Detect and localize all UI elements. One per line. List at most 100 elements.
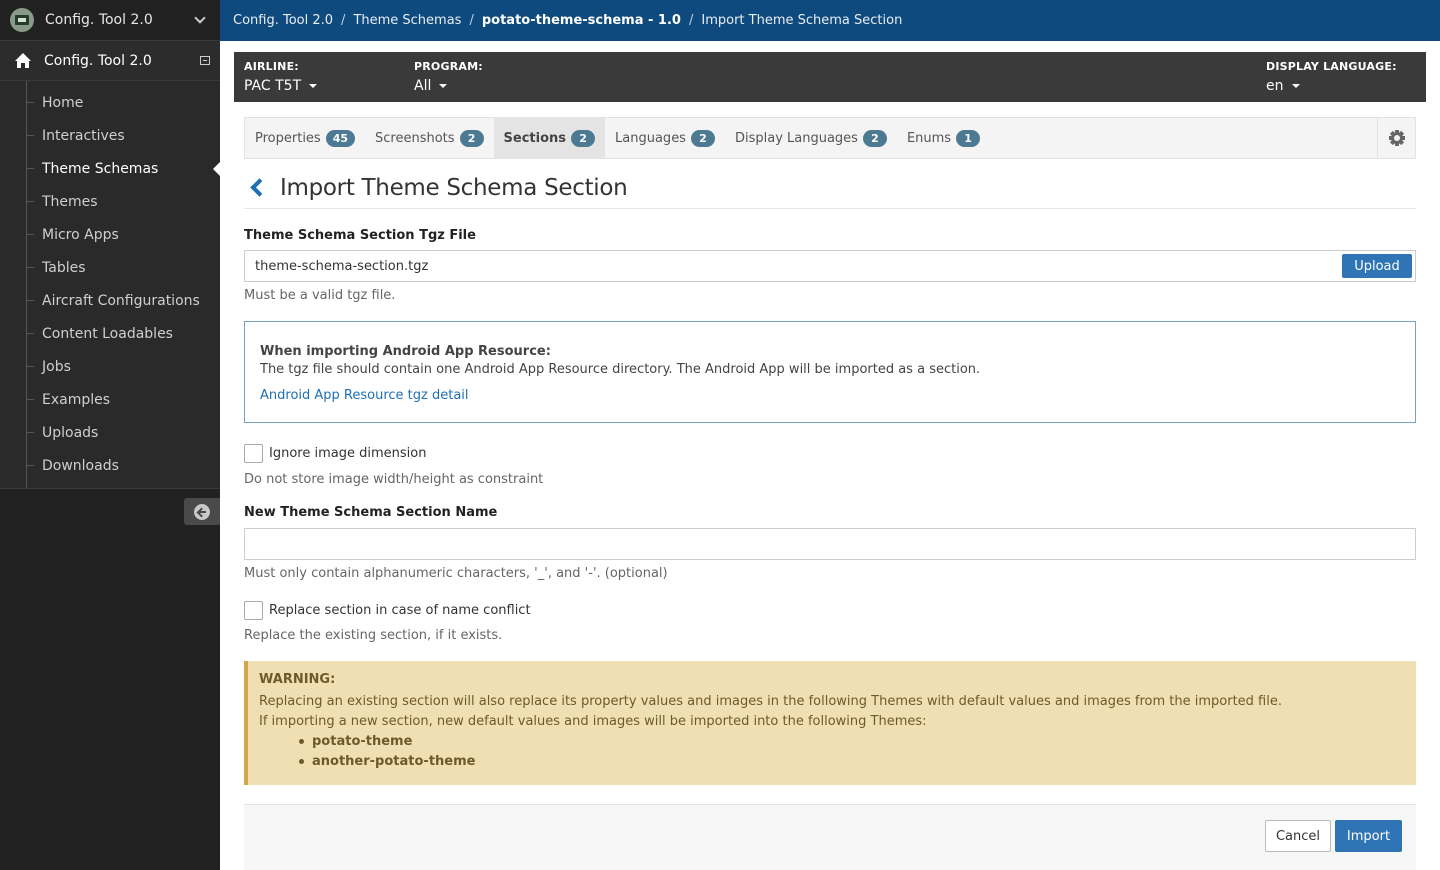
file-help-text: Must be a valid tgz file. xyxy=(244,288,396,303)
file-label: Theme Schema Section Tgz File xyxy=(244,228,476,243)
sidebar-item-home[interactable]: Home xyxy=(0,86,220,119)
tab-spacer xyxy=(990,118,1377,158)
warning-title: WARNING: xyxy=(259,672,336,687)
breadcrumb-item-schema[interactable]: potato-theme-schema - 1.0 xyxy=(482,13,681,28)
count-badge: 2 xyxy=(690,129,715,147)
ignore-dimension-label: Ignore image dimension xyxy=(269,446,427,461)
tab-display-languages[interactable]: Display Languages 2 xyxy=(725,118,897,158)
tab-enums[interactable]: Enums 1 xyxy=(897,118,990,158)
warning-text-replace: Replacing an existing section will also … xyxy=(259,694,1282,709)
warning-box: WARNING: Replacing an existing section w… xyxy=(244,661,1416,785)
display-language-filter[interactable]: DISPLAY LANGUAGE: en xyxy=(1266,60,1397,94)
tab-label: Screenshots xyxy=(375,130,455,146)
cancel-button[interactable]: Cancel xyxy=(1265,820,1331,852)
sidebar-item-aircraft-configurations[interactable]: Aircraft Configurations xyxy=(0,284,220,317)
sidebar-app-header[interactable]: Config. Tool 2.0 xyxy=(0,41,220,81)
list-item: another-potato-theme xyxy=(299,751,1416,771)
form-footer: Cancel Import xyxy=(244,804,1416,870)
display-language-label: DISPLAY LANGUAGE: xyxy=(1266,60,1397,73)
tab-sections[interactable]: Sections 2 xyxy=(493,118,606,158)
sidebar-item-tables[interactable]: Tables xyxy=(0,251,220,284)
count-badge: 1 xyxy=(956,129,981,147)
tab-languages[interactable]: Languages 2 xyxy=(605,118,725,158)
upload-button[interactable]: Upload xyxy=(1342,254,1412,278)
breadcrumb-item-current: Import Theme Schema Section xyxy=(701,13,903,28)
sidebar-item-theme-schemas[interactable]: Theme Schemas xyxy=(0,152,220,185)
import-button[interactable]: Import xyxy=(1335,820,1402,852)
tab-properties[interactable]: Properties 45 xyxy=(245,118,365,158)
replace-section-label: Replace section in case of name conflict xyxy=(269,603,531,618)
count-badge: 2 xyxy=(571,129,596,147)
count-badge: 2 xyxy=(459,129,484,147)
android-detail-link[interactable]: Android App Resource tgz detail xyxy=(260,388,469,403)
warning-theme-list: potato-theme another-potato-theme xyxy=(259,731,1416,771)
page-title: Import Theme Schema Section xyxy=(280,175,628,201)
file-input-value: theme-schema-section.tgz xyxy=(255,258,429,274)
caret-down-icon xyxy=(439,84,448,88)
filter-bar: AIRLINE: PAC T5T PROGRAM: All DISPLAY LA… xyxy=(234,52,1426,102)
airline-dropdown[interactable]: PAC T5T xyxy=(244,78,318,94)
sidebar-item-interactives[interactable]: Interactives xyxy=(0,119,220,152)
airline-label: AIRLINE: xyxy=(244,60,299,73)
list-item: potato-theme xyxy=(299,731,1416,751)
chevron-down-icon xyxy=(194,12,206,24)
breadcrumb-item-theme-schemas[interactable]: Theme Schemas xyxy=(353,13,461,28)
gear-icon xyxy=(1388,130,1405,146)
program-filter[interactable]: PROGRAM: All xyxy=(414,60,483,94)
app-switcher-title: Config. Tool 2.0 xyxy=(45,12,153,28)
tab-label: Properties xyxy=(255,130,321,146)
tab-label: Sections xyxy=(503,130,567,146)
sidebar-item-jobs[interactable]: Jobs xyxy=(0,350,220,383)
sidebar-item-uploads[interactable]: Uploads xyxy=(0,416,220,449)
sidebar-item-content-loadables[interactable]: Content Loadables xyxy=(0,317,220,350)
file-input[interactable]: theme-schema-section.tgz Upload xyxy=(244,250,1416,282)
replace-section-checkbox[interactable] xyxy=(244,601,263,620)
airline-filter[interactable]: AIRLINE: PAC T5T xyxy=(244,60,318,94)
sidebar-nav: Home Interactives Theme Schemas Themes M… xyxy=(0,81,220,489)
app-logo-icon xyxy=(10,8,34,32)
page-header: Import Theme Schema Section xyxy=(244,168,1416,209)
ignore-dimension-help: Do not store image width/height as const… xyxy=(244,472,544,487)
breadcrumb-separator: / xyxy=(469,13,474,28)
tab-label: Languages xyxy=(615,130,686,146)
tab-bar: Properties 45 Screenshots 2 Sections 2 Lang… xyxy=(244,117,1416,159)
ignore-dimension-checkbox[interactable] xyxy=(244,444,263,463)
app-switcher[interactable]: Config. Tool 2.0 xyxy=(0,0,220,41)
program-label: PROGRAM: xyxy=(414,60,483,73)
program-dropdown[interactable]: All xyxy=(414,78,483,94)
tab-label: Enums xyxy=(906,130,952,146)
collapse-icon[interactable] xyxy=(200,56,210,65)
caret-down-icon xyxy=(1291,84,1300,88)
breadcrumb-item-config-tool[interactable]: Config. Tool 2.0 xyxy=(233,13,333,28)
sidebar-item-examples[interactable]: Examples xyxy=(0,383,220,416)
count-badge: 45 xyxy=(325,129,356,147)
program-value: All xyxy=(414,78,432,94)
sidebar-item-downloads[interactable]: Downloads xyxy=(0,449,220,482)
display-language-dropdown[interactable]: en xyxy=(1266,78,1397,94)
replace-section-help: Replace the existing section, if it exis… xyxy=(244,628,503,643)
chevron-left-icon[interactable] xyxy=(250,178,269,197)
warning-text-new: If importing a new section, new default … xyxy=(259,714,927,729)
info-text: The tgz file should contain one Android … xyxy=(260,362,981,377)
breadcrumb: Config. Tool 2.0 / Theme Schemas / potat… xyxy=(220,0,1440,41)
arrow-left-circle-icon xyxy=(194,503,210,520)
sidebar-toggle-button[interactable] xyxy=(184,498,220,525)
breadcrumb-separator: / xyxy=(341,13,346,28)
count-badge: 2 xyxy=(862,129,887,147)
settings-button[interactable] xyxy=(1377,118,1415,158)
info-title: When importing Android App Resource: xyxy=(260,344,551,359)
airline-value: PAC T5T xyxy=(244,78,302,94)
ignore-dimension-row[interactable]: Ignore image dimension xyxy=(244,444,426,463)
display-language-value: en xyxy=(1266,78,1284,94)
home-icon xyxy=(14,52,32,69)
section-name-input[interactable] xyxy=(244,528,1416,560)
caret-down-icon xyxy=(309,84,318,88)
sidebar-item-micro-apps[interactable]: Micro Apps xyxy=(0,218,220,251)
sidebar-app-title: Config. Tool 2.0 xyxy=(44,52,152,69)
section-name-label: New Theme Schema Section Name xyxy=(244,505,498,520)
tab-screenshots[interactable]: Screenshots 2 xyxy=(365,118,494,158)
sidebar-item-themes[interactable]: Themes xyxy=(0,185,220,218)
tab-label: Display Languages xyxy=(734,130,858,146)
section-name-help: Must only contain alphanumeric character… xyxy=(244,566,668,581)
replace-section-row[interactable]: Replace section in case of name conflict xyxy=(244,601,531,620)
